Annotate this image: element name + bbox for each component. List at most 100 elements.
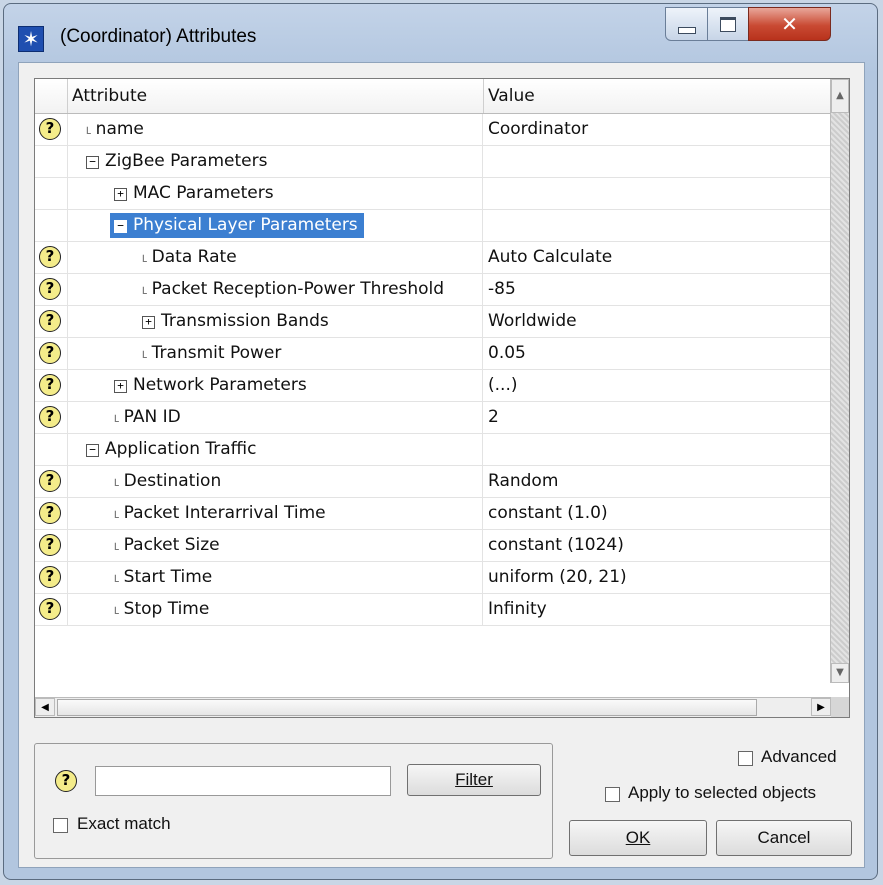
value-cell[interactable] bbox=[484, 178, 831, 209]
attribute-cell[interactable]: − Physical Layer Parameters bbox=[68, 210, 483, 241]
help-icon[interactable]: ? bbox=[39, 598, 61, 620]
value-cell[interactable]: uniform (20, 21) bbox=[484, 562, 831, 593]
maximize-icon bbox=[720, 16, 736, 32]
attribute-cell[interactable]: ˪ name bbox=[68, 114, 483, 145]
attribute-row[interactable]: − Application Traffic bbox=[35, 434, 831, 466]
collapse-icon[interactable]: − bbox=[86, 444, 99, 457]
exact-match-checkbox[interactable] bbox=[53, 818, 68, 833]
attribute-row[interactable]: ? + Network Parameters (...) bbox=[35, 370, 831, 402]
help-icon[interactable]: ? bbox=[39, 406, 61, 428]
value-cell[interactable] bbox=[484, 146, 831, 177]
cancel-button[interactable]: Cancel bbox=[716, 820, 852, 856]
scroll-down-arrow-icon[interactable]: ▼ bbox=[831, 663, 849, 683]
help-cell: ? bbox=[35, 402, 68, 433]
value-cell[interactable]: Coordinator bbox=[484, 114, 831, 145]
help-icon[interactable]: ? bbox=[39, 470, 61, 492]
attribute-row[interactable]: ? ˪ Stop Time Infinity bbox=[35, 594, 831, 626]
filter-button[interactable]: Filter bbox=[407, 764, 541, 796]
filter-input[interactable] bbox=[95, 766, 391, 796]
help-icon[interactable]: ? bbox=[39, 502, 61, 524]
value-cell[interactable]: Auto Calculate bbox=[484, 242, 831, 273]
value-cell[interactable]: Infinity bbox=[484, 594, 831, 625]
value-cell[interactable] bbox=[484, 210, 831, 241]
vertical-scrollbar[interactable]: ▲ ▼ bbox=[830, 79, 849, 683]
value-cell[interactable]: -85 bbox=[484, 274, 831, 305]
value-column-header[interactable]: Value bbox=[484, 79, 831, 113]
tree-line-icon: ˪ bbox=[86, 119, 92, 139]
attribute-row[interactable]: ? ˪ Data Rate Auto Calculate bbox=[35, 242, 831, 274]
attribute-row[interactable]: − Physical Layer Parameters bbox=[35, 210, 831, 242]
attribute-cell[interactable]: + Transmission Bands bbox=[68, 306, 483, 337]
attribute-row[interactable]: ? ˪ Packet Reception-Power Threshold -85 bbox=[35, 274, 831, 306]
advanced-checkbox[interactable] bbox=[738, 751, 753, 766]
value-cell[interactable]: Worldwide bbox=[484, 306, 831, 337]
help-icon[interactable]: ? bbox=[39, 278, 61, 300]
attribute-label-wrap: − Application Traffic bbox=[82, 437, 262, 462]
attribute-row[interactable]: ? + Transmission Bands Worldwide bbox=[35, 306, 831, 338]
maximize-button[interactable] bbox=[707, 7, 749, 41]
value-cell[interactable]: 0.05 bbox=[484, 338, 831, 369]
attribute-label: Network Parameters bbox=[133, 375, 307, 395]
value-cell[interactable]: constant (1024) bbox=[484, 530, 831, 561]
attribute-row[interactable]: ? ˪ Destination Random bbox=[35, 466, 831, 498]
ok-button[interactable]: OK bbox=[569, 820, 707, 856]
attribute-cell[interactable]: + MAC Parameters bbox=[68, 178, 483, 209]
attribute-row[interactable]: ? ˪ PAN ID 2 bbox=[35, 402, 831, 434]
value-cell[interactable]: Random bbox=[484, 466, 831, 497]
attribute-row[interactable]: − ZigBee Parameters bbox=[35, 146, 831, 178]
tree-line-icon: ˪ bbox=[142, 247, 148, 267]
attribute-cell[interactable]: ˪ Packet Interarrival Time bbox=[68, 498, 483, 529]
help-icon[interactable]: ? bbox=[39, 374, 61, 396]
minimize-button[interactable] bbox=[665, 7, 708, 41]
help-icon[interactable]: ? bbox=[39, 310, 61, 332]
collapse-icon[interactable]: − bbox=[114, 220, 127, 233]
attribute-cell[interactable]: ˪ Packet Size bbox=[68, 530, 483, 561]
attribute-cell[interactable]: − ZigBee Parameters bbox=[68, 146, 483, 177]
attribute-row[interactable]: + MAC Parameters bbox=[35, 178, 831, 210]
close-button[interactable]: ✕ bbox=[748, 7, 831, 41]
attribute-cell[interactable]: − Application Traffic bbox=[68, 434, 483, 465]
value-cell[interactable]: 2 bbox=[484, 402, 831, 433]
scroll-up-arrow-icon[interactable]: ▲ bbox=[831, 79, 849, 113]
expand-icon[interactable]: + bbox=[114, 380, 127, 393]
apply-selected-checkbox[interactable] bbox=[605, 787, 620, 802]
attribute-cell[interactable]: ˪ Packet Reception-Power Threshold bbox=[68, 274, 483, 305]
horizontal-scroll-thumb[interactable] bbox=[57, 699, 757, 716]
attribute-row[interactable]: ? ˪ Start Time uniform (20, 21) bbox=[35, 562, 831, 594]
help-icon[interactable]: ? bbox=[39, 118, 61, 140]
scroll-right-arrow-icon[interactable]: ▶ bbox=[811, 698, 831, 716]
attribute-row[interactable]: ? ˪ Packet Size constant (1024) bbox=[35, 530, 831, 562]
attribute-cell[interactable]: ˪ Transmit Power bbox=[68, 338, 483, 369]
expand-icon[interactable]: + bbox=[142, 316, 155, 329]
attribute-row[interactable]: ? ˪ name Coordinator bbox=[35, 114, 831, 146]
help-icon[interactable]: ? bbox=[39, 566, 61, 588]
horizontal-scrollbar[interactable]: ◀ ▶ bbox=[35, 697, 831, 717]
help-icon[interactable]: ? bbox=[39, 534, 61, 556]
collapse-icon[interactable]: − bbox=[86, 156, 99, 169]
value-cell[interactable]: (...) bbox=[484, 370, 831, 401]
attribute-cell[interactable]: + Network Parameters bbox=[68, 370, 483, 401]
help-icon[interactable]: ? bbox=[39, 246, 61, 268]
attribute-cell[interactable]: ˪ PAN ID bbox=[68, 402, 483, 433]
value-cell[interactable]: constant (1.0) bbox=[484, 498, 831, 529]
attribute-cell[interactable]: ˪ Stop Time bbox=[68, 594, 483, 625]
attribute-label: Start Time bbox=[123, 567, 213, 587]
help-icon[interactable]: ? bbox=[39, 342, 61, 364]
attribute-label: MAC Parameters bbox=[133, 183, 274, 203]
advanced-label[interactable]: Advanced bbox=[761, 747, 837, 767]
attribute-cell[interactable]: ˪ Destination bbox=[68, 466, 483, 497]
attribute-column-header[interactable]: Attribute bbox=[68, 79, 484, 113]
attribute-row[interactable]: ? ˪ Packet Interarrival Time constant (1.0) bbox=[35, 498, 831, 530]
attribute-cell[interactable]: ˪ Start Time bbox=[68, 562, 483, 593]
attribute-label: name bbox=[95, 119, 144, 139]
grid-rows: ? ˪ name Coordinator − ZigBee Parameters + MAC … bbox=[35, 114, 831, 626]
value-cell[interactable] bbox=[484, 434, 831, 465]
expand-icon[interactable]: + bbox=[114, 188, 127, 201]
attribute-cell[interactable]: ˪ Data Rate bbox=[68, 242, 483, 273]
filter-help-icon[interactable]: ? bbox=[55, 770, 77, 792]
scroll-left-arrow-icon[interactable]: ◀ bbox=[35, 698, 55, 716]
apply-selected-label[interactable]: Apply to selected objects bbox=[628, 783, 816, 803]
attribute-row[interactable]: ? ˪ Transmit Power 0.05 bbox=[35, 338, 831, 370]
exact-match-label[interactable]: Exact match bbox=[77, 814, 171, 834]
tree-line-icon: ˪ bbox=[114, 471, 120, 491]
